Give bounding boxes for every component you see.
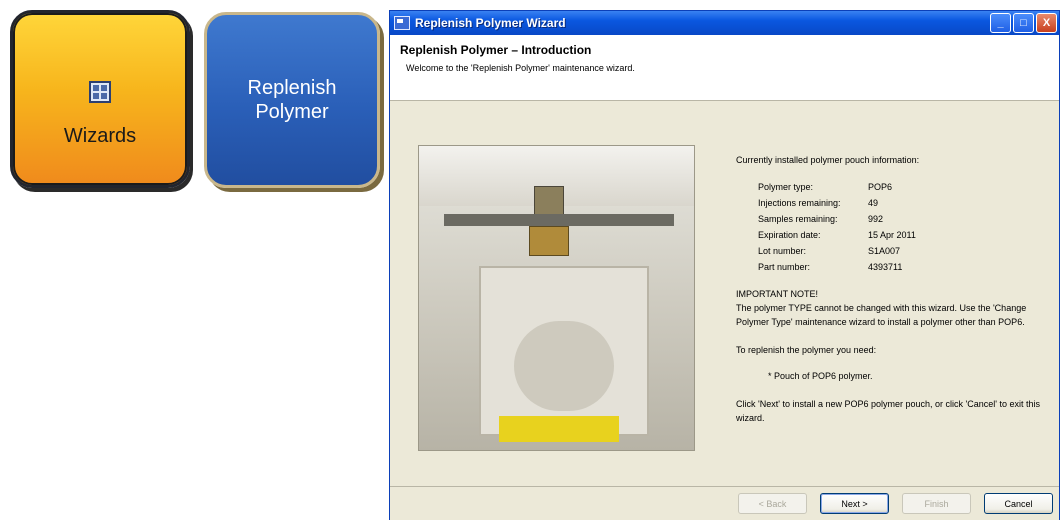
back-button[interactable]: < Back xyxy=(738,493,807,514)
minimize-button[interactable]: _ xyxy=(990,13,1011,33)
info-key: Injections remaining: xyxy=(758,198,841,208)
info-key: Lot number: xyxy=(758,246,807,256)
info-value: 992 xyxy=(868,214,884,224)
table-row: Samples remaining: 992 xyxy=(758,211,916,227)
title-bar[interactable]: Replenish Polymer Wizard _ □ X xyxy=(390,11,1059,35)
info-value: 15 Apr 2011 xyxy=(868,230,916,240)
replenish-tile-label-line2: Polymer xyxy=(255,101,329,123)
wizard-grid-icon xyxy=(89,80,111,103)
replenish-polymer-tile[interactable]: Replenish Polymer xyxy=(204,12,380,188)
info-key: Polymer type: xyxy=(758,182,814,192)
instructions-text: Click 'Next' to install a new POP6 polym… xyxy=(736,399,1040,423)
important-note-title: IMPORTANT NOTE! xyxy=(736,289,819,299)
info-key: Samples remaining: xyxy=(758,214,838,224)
maximize-button[interactable]: □ xyxy=(1013,13,1034,33)
pouch-info-panel: Currently installed polymer pouch inform… xyxy=(736,153,1046,425)
info-key: Part number: xyxy=(758,262,811,272)
requirements-text: To replenish the polymer you need: xyxy=(736,345,877,355)
cancel-button[interactable]: Cancel xyxy=(984,493,1053,514)
app-icon xyxy=(394,16,410,30)
replenish-tile-label-line1: Replenish xyxy=(247,77,337,99)
wizard-content: Currently installed polymer pouch inform… xyxy=(390,101,1059,486)
table-row: Injections remaining: 49 xyxy=(758,195,916,211)
instrument-photo xyxy=(418,145,695,451)
wizard-header: Replenish Polymer – Introduction Welcome… xyxy=(390,35,1059,101)
info-value: S1A007 xyxy=(868,246,901,256)
table-row: Polymer type: POP6 xyxy=(758,179,916,195)
page-title: Replenish Polymer – Introduction xyxy=(400,43,592,57)
finish-button[interactable]: Finish xyxy=(902,493,971,514)
replenish-polymer-window: Replenish Polymer Wizard _ □ X Replenish… xyxy=(389,10,1060,520)
window-title: Replenish Polymer Wizard xyxy=(415,16,566,30)
next-button[interactable]: Next > xyxy=(820,493,889,514)
info-value: POP6 xyxy=(868,182,893,192)
page-subtitle: Welcome to the 'Replenish Polymer' maint… xyxy=(406,63,635,73)
close-button[interactable]: X xyxy=(1036,13,1057,33)
wizards-tile-label: Wizards xyxy=(63,124,137,147)
table-row: Part number: 4393711 xyxy=(758,259,916,275)
requirement-item: * Pouch of POP6 polymer. xyxy=(768,371,873,381)
info-key: Expiration date: xyxy=(758,230,821,240)
info-intro: Currently installed polymer pouch inform… xyxy=(736,155,920,165)
important-note-body: The polymer TYPE cannot be changed with … xyxy=(736,303,1027,327)
info-value: 4393711 xyxy=(868,262,903,272)
pouch-info-table: Polymer type: POP6 Injections remaining: 4… xyxy=(758,179,916,275)
info-value: 49 xyxy=(868,198,879,208)
table-row: Lot number: S1A007 xyxy=(758,243,916,259)
wizards-tile[interactable]: Wizards xyxy=(10,10,190,188)
wizard-footer: < Back Next > Finish Cancel xyxy=(390,486,1059,520)
table-row: Expiration date: 15 Apr 2011 xyxy=(758,227,916,243)
